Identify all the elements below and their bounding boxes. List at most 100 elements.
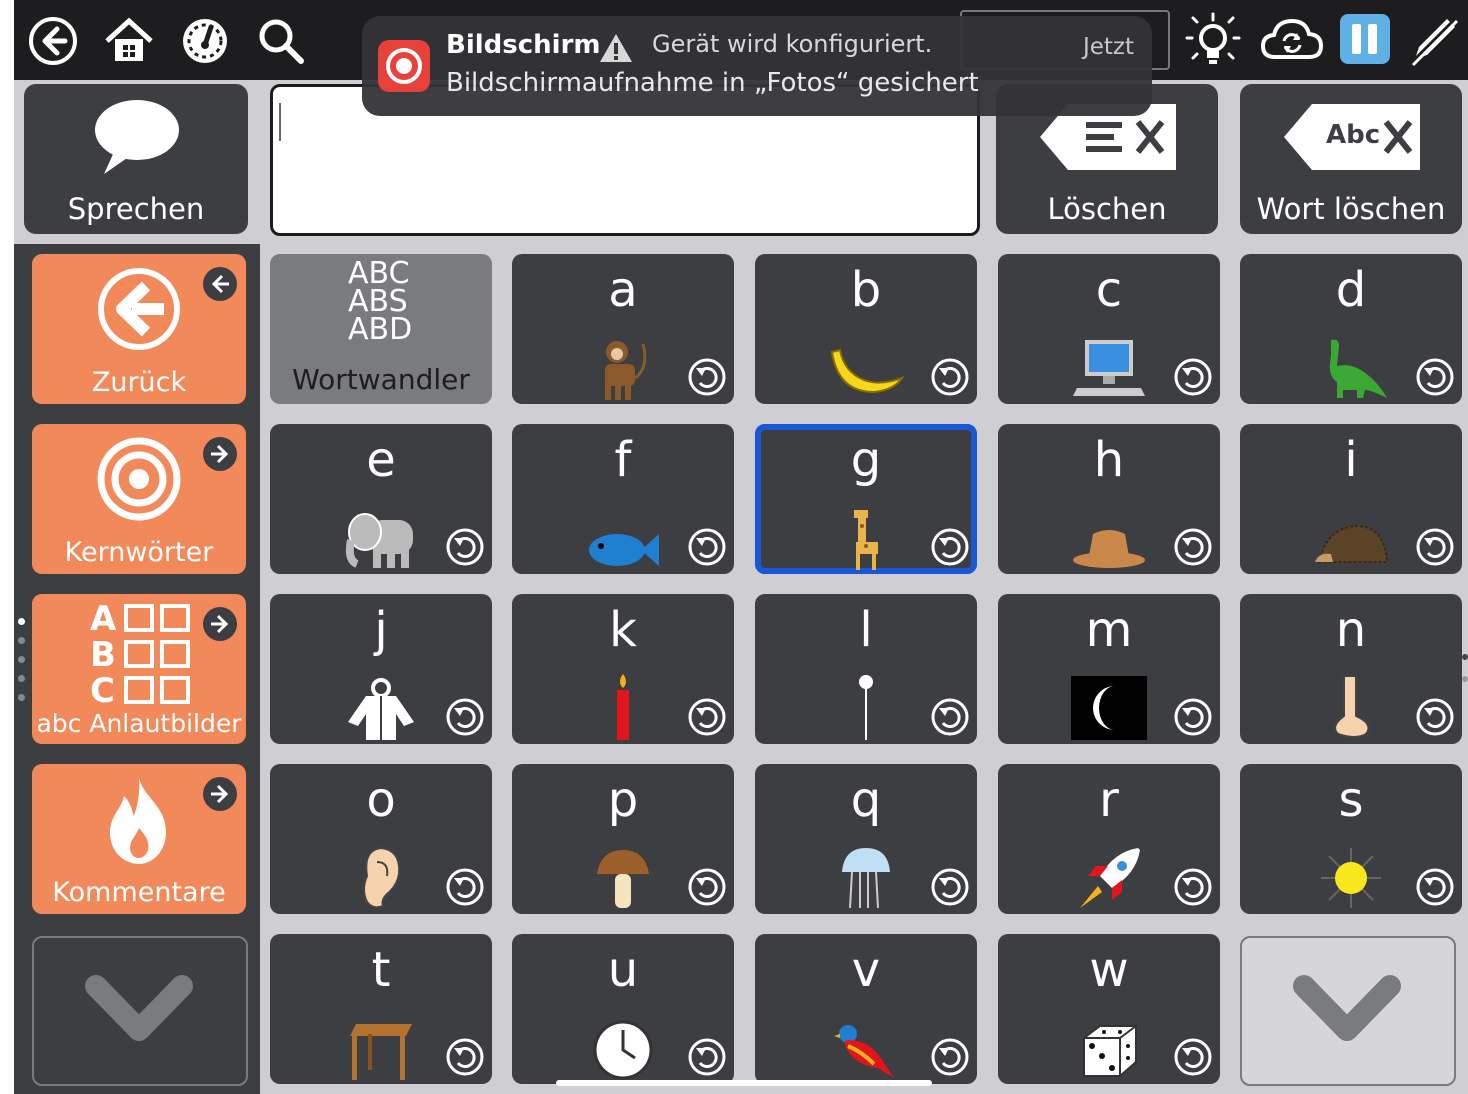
undo-icon[interactable] xyxy=(1174,358,1212,396)
tile-letter: s xyxy=(1338,772,1364,828)
undo-icon[interactable] xyxy=(1416,868,1454,906)
letter-tile-f[interactable]: f xyxy=(512,424,734,574)
letter-tile-g[interactable]: g xyxy=(755,424,977,574)
undo-icon[interactable] xyxy=(931,528,969,566)
lightbulb-icon[interactable] xyxy=(1184,12,1242,70)
tile-letter: b xyxy=(850,262,882,318)
back-icon[interactable] xyxy=(24,12,82,70)
undo-icon[interactable] xyxy=(1174,1038,1212,1076)
letter-tile-c[interactable]: c xyxy=(998,254,1220,404)
notification-banner[interactable]: Bildschirm Gerät wird konfiguriert. Bild… xyxy=(362,16,1152,116)
tile-letter: u xyxy=(607,942,639,998)
delete-word-button[interactable]: Abc Wort löschen xyxy=(1240,84,1462,234)
undo-icon[interactable] xyxy=(688,358,726,396)
undo-icon[interactable] xyxy=(931,358,969,396)
wortwandler-label: Wortwandler xyxy=(292,363,470,396)
undo-icon[interactable] xyxy=(688,1038,726,1076)
speech-bubble-icon xyxy=(95,100,179,174)
dice-icon xyxy=(1069,1010,1149,1080)
undo-icon[interactable] xyxy=(1174,698,1212,736)
tile-letter: o xyxy=(366,772,396,828)
wortwandler-icon: ABC ABS ABD xyxy=(348,256,413,347)
undo-icon[interactable] xyxy=(446,868,484,906)
mushroom-icon xyxy=(583,840,663,910)
nav-label: Kommentare xyxy=(52,877,226,908)
undo-icon[interactable] xyxy=(931,698,969,736)
undo-icon[interactable] xyxy=(446,1038,484,1076)
undo-icon[interactable] xyxy=(931,868,969,906)
warning-icon xyxy=(600,34,632,62)
dinosaur-icon xyxy=(1311,330,1391,400)
home-indicator xyxy=(556,1080,932,1086)
undo-icon[interactable] xyxy=(1416,698,1454,736)
undo-icon[interactable] xyxy=(931,1038,969,1076)
side-dot xyxy=(1462,676,1468,682)
letter-tile-v[interactable]: v xyxy=(755,934,977,1084)
pause-icon[interactable] xyxy=(1340,14,1390,64)
undo-icon[interactable] xyxy=(688,528,726,566)
nav-label: abc Anlautbilder xyxy=(36,709,242,738)
nav-kernwoerter[interactable]: Kernwörter xyxy=(32,424,246,574)
clock-icon xyxy=(583,1010,663,1080)
letter-tile-n[interactable]: n xyxy=(1240,594,1462,744)
letter-tile-u[interactable]: u xyxy=(512,934,734,1084)
chevron-down-icon xyxy=(1293,975,1401,1041)
forward-small-icon xyxy=(203,607,237,641)
side-dot xyxy=(1462,654,1468,660)
rocket-icon xyxy=(1069,840,1149,910)
svg-text:B: B xyxy=(90,635,116,675)
undo-icon[interactable] xyxy=(1174,868,1212,906)
wortwandler-button[interactable]: ABC ABS ABD Wortwandler xyxy=(270,254,492,404)
fish-icon xyxy=(583,500,663,570)
svg-text:A: A xyxy=(90,600,117,639)
undo-icon[interactable] xyxy=(1416,358,1454,396)
monkey-icon xyxy=(583,330,663,400)
letter-tile-m[interactable]: m xyxy=(998,594,1220,744)
hedgehog-icon xyxy=(1311,500,1391,570)
letter-tile-l[interactable]: l xyxy=(755,594,977,744)
hat-icon xyxy=(1069,500,1149,570)
tile-letter: n xyxy=(1335,602,1367,658)
letter-tile-e[interactable]: e xyxy=(270,424,492,574)
undo-icon[interactable] xyxy=(688,868,726,906)
tile-letter: j xyxy=(374,602,388,658)
flame-icon xyxy=(110,778,166,864)
letter-tile-a[interactable]: a xyxy=(512,254,734,404)
forward-small-icon xyxy=(203,437,237,471)
letter-tile-i[interactable]: i xyxy=(1240,424,1462,574)
letter-tile-r[interactable]: r xyxy=(998,764,1220,914)
home-icon[interactable] xyxy=(100,12,158,70)
speak-label: Sprechen xyxy=(67,192,205,226)
letter-tile-t[interactable]: t xyxy=(270,934,492,1084)
letter-tile-j[interactable]: j xyxy=(270,594,492,744)
letter-tile-b[interactable]: b xyxy=(755,254,977,404)
search-icon[interactable] xyxy=(252,12,310,70)
nose-icon xyxy=(1311,670,1391,740)
undo-icon[interactable] xyxy=(1416,528,1454,566)
text-cursor xyxy=(279,103,281,141)
undo-icon[interactable] xyxy=(1174,528,1212,566)
scroll-down-right-button[interactable] xyxy=(1240,936,1456,1086)
letter-tile-o[interactable]: o xyxy=(270,764,492,914)
letter-tile-h[interactable]: h xyxy=(998,424,1220,574)
scroll-down-left-button[interactable] xyxy=(32,936,248,1086)
letter-tile-q[interactable]: q xyxy=(755,764,977,914)
undo-icon[interactable] xyxy=(688,698,726,736)
speedometer-icon[interactable] xyxy=(176,12,234,70)
edit-pencil-icon[interactable] xyxy=(1404,12,1462,70)
undo-icon[interactable] xyxy=(446,698,484,736)
letter-tile-d[interactable]: d xyxy=(1240,254,1462,404)
sun-icon xyxy=(1311,840,1391,910)
nav-anlautbilder[interactable]: A B C abc Anlautbilder xyxy=(32,594,246,744)
letter-tile-p[interactable]: p xyxy=(512,764,734,914)
cloud-sync-icon[interactable] xyxy=(1258,12,1326,70)
letter-tile-k[interactable]: k xyxy=(512,594,734,744)
notification-body: Bildschirmaufnahme in „Fotos“ gesichert xyxy=(446,68,979,98)
speak-button[interactable]: Sprechen xyxy=(24,84,248,234)
left-nav: Zurück Kernwörter A B C abc Anlautbilder… xyxy=(14,244,260,1094)
undo-icon[interactable] xyxy=(446,528,484,566)
letter-tile-w[interactable]: w xyxy=(998,934,1220,1084)
nav-zurueck[interactable]: Zurück xyxy=(32,254,246,404)
nav-kommentare[interactable]: Kommentare xyxy=(32,764,246,914)
letter-tile-s[interactable]: s xyxy=(1240,764,1462,914)
